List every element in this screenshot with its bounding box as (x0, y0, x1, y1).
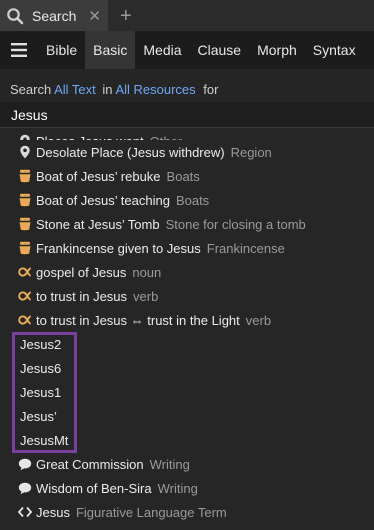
result-item[interactable]: Great Commission Writing (0, 452, 374, 476)
result-label: JesusMt (20, 432, 69, 448)
search-type-bar: Bible Basic Media Clause Morph Syntax (0, 31, 374, 69)
result-label: Wisdom of Ben-Sira (36, 480, 152, 496)
search-scope-line: Search All Text in All Resources for (10, 82, 218, 97)
result-type: Boats (166, 168, 200, 184)
result-type: Region (230, 144, 272, 160)
search-input[interactable] (0, 102, 374, 128)
menu-icon[interactable] (0, 43, 38, 57)
result-type: Writing (157, 480, 198, 496)
pin-icon (18, 145, 32, 159)
result-item[interactable]: to trust in Jesus ⇔ trust in the Light ve… (0, 308, 374, 332)
tab-bible[interactable]: Bible (38, 31, 85, 69)
sense-icon (18, 265, 32, 279)
result-type: Stone for closing a tomb (165, 216, 306, 232)
search-prefix: Search (10, 82, 52, 97)
result-label: Places Jesus went (36, 134, 144, 141)
result-label: Stone at Jesus’ Tomb (36, 216, 160, 232)
result-label: Jesus6 (20, 360, 62, 376)
result-item[interactable]: Jesus’ (0, 404, 374, 428)
tab-clause[interactable]: Clause (190, 31, 250, 69)
object-icon (18, 241, 32, 255)
in-word: in (102, 82, 113, 97)
resources-link[interactable]: All Resources (115, 82, 195, 97)
result-item[interactable]: Stone at Jesus’ Tomb Stone for closing a … (0, 212, 374, 236)
result-type: Figurative Language Term (75, 504, 227, 520)
speech-icon (18, 481, 32, 495)
result-item[interactable]: Boat of Jesus’ teaching Boats (0, 188, 374, 212)
code-icon (18, 505, 32, 519)
object-icon (18, 217, 32, 231)
object-icon (18, 193, 32, 207)
result-item[interactable]: Wisdom of Ben-Sira Writing (0, 476, 374, 500)
new-tab-button[interactable]: + (120, 6, 132, 26)
result-item[interactable]: Places Jesus went Other (0, 128, 374, 140)
result-label: Boat of Jesus’ teaching (36, 192, 170, 208)
result-label: to trust in Jesus ⇔ trust in the Light (36, 312, 240, 328)
result-label: Jesus2 (20, 336, 62, 352)
result-item[interactable]: Boat of Jesus’ rebuke Boats (0, 164, 374, 188)
result-label: gospel of Jesus (36, 264, 127, 280)
result-label: Jesus’ (20, 408, 57, 424)
pin-icon (18, 134, 32, 140)
tab-search[interactable]: Search ✕ (0, 0, 108, 31)
result-type: Boats (175, 192, 210, 208)
result-item[interactable]: Jesus1 (0, 380, 374, 404)
result-label: Great Commission (36, 456, 144, 472)
result-label: Boat of Jesus’ rebuke (36, 168, 161, 184)
suggestion-list: Places Jesus wentOtherDesolate Place (Je… (0, 128, 374, 530)
for-word: for (203, 82, 219, 97)
result-item[interactable]: Jesus Figurative Language Term (0, 500, 374, 524)
result-label: to trust in Jesus (36, 288, 128, 304)
result-type: verb (245, 312, 272, 328)
scope-link[interactable]: All Text (54, 82, 96, 97)
result-item[interactable]: gospel of Jesus noun (0, 260, 374, 284)
tab-basic[interactable]: Basic (85, 31, 136, 69)
object-icon (18, 169, 32, 183)
tab-title: Search (32, 7, 77, 24)
result-label: Frankincense given to Jesus (36, 240, 201, 256)
result-type: noun (132, 264, 162, 280)
close-icon[interactable]: ✕ (88, 7, 101, 25)
result-type: Other (150, 134, 183, 141)
result-item[interactable]: Frankincense given to Jesus Frankincense (0, 236, 374, 260)
search-icon (7, 7, 24, 24)
result-label: Desolate Place (Jesus withdrew) (36, 144, 225, 160)
tab-syntax[interactable]: Syntax (305, 31, 364, 69)
result-type: Writing (149, 456, 190, 472)
result-label: Jesus1 (20, 384, 62, 400)
result-label: Jesus (36, 504, 70, 520)
tab-bar: Search ✕ + (0, 0, 374, 31)
result-type: Frankincense (206, 240, 285, 256)
result-item[interactable]: to trust in Jesus verb (0, 284, 374, 308)
tab-media[interactable]: Media (135, 31, 189, 69)
sense-icon (18, 313, 32, 327)
tab-morph[interactable]: Morph (249, 31, 305, 69)
result-type: verb (133, 288, 159, 304)
result-item[interactable]: Desolate Place (Jesus withdrew) Region (0, 140, 374, 164)
sense-icon (18, 289, 32, 303)
result-item[interactable]: Jesus2 (0, 332, 374, 356)
result-item[interactable]: Jesus6 (0, 356, 374, 380)
result-item[interactable]: JesusMt (0, 428, 374, 452)
speech-icon (18, 457, 32, 471)
